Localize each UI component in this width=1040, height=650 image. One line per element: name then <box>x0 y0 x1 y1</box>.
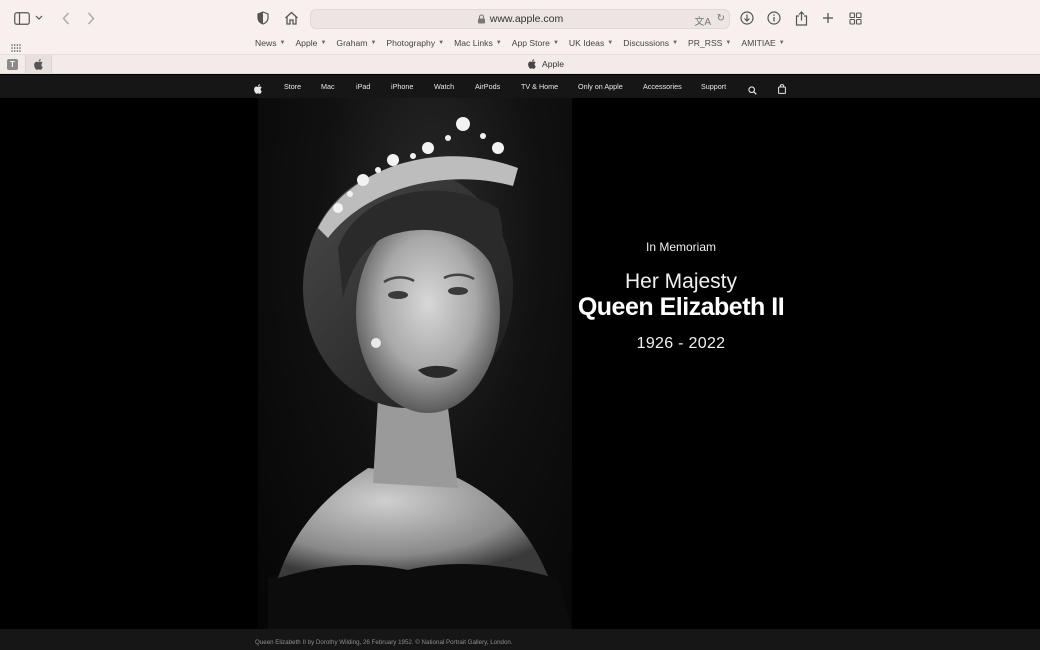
favorite-amitiae[interactable]: AMITIAE ▼ <box>741 38 784 48</box>
apple-global-nav: Store Mac iPad iPhone Watch AirPods TV &… <box>0 75 1040 98</box>
chevron-down-icon: ▼ <box>370 40 377 46</box>
active-tab-title: Apple <box>542 59 564 69</box>
address-text: www.apple.com <box>489 13 564 25</box>
nav-ipad[interactable]: iPad <box>356 82 370 91</box>
address-bar[interactable]: www.apple.com 文A ↻ <box>310 9 730 29</box>
favorite-uk-ideas[interactable]: UK Ideas ▼ <box>569 38 613 48</box>
reload-icon[interactable]: ↻ <box>717 13 725 24</box>
downloads-icon[interactable] <box>737 8 757 28</box>
title-line-1: Her Majesty <box>624 270 738 293</box>
browser-toolbar: www.apple.com 文A ↻ <box>0 0 1040 36</box>
favorite-pr-rss[interactable]: PR_RSS ▼ <box>688 38 731 48</box>
lock-icon <box>477 14 485 24</box>
queen-portrait-image <box>258 98 572 629</box>
pinned-tab-letter: T <box>7 59 18 70</box>
chevron-down-icon: ▼ <box>778 40 785 46</box>
translate-icon[interactable]: 文A <box>694 13 711 28</box>
nav-only-on-apple[interactable]: Only on Apple <box>578 82 623 91</box>
eyebrow-text: In Memoriam <box>645 240 716 254</box>
chevron-down-icon: ▼ <box>725 40 732 46</box>
active-tab[interactable]: Apple <box>528 59 564 69</box>
favorite-graham[interactable]: Graham ▼ <box>336 38 376 48</box>
tab-bar: T Apple <box>0 54 1040 74</box>
caption-bar: Queen Elizabeth II by Dorothy Wilding, 2… <box>0 629 1040 650</box>
nav-watch[interactable]: Watch <box>434 82 454 91</box>
pinned-tab-t[interactable]: T <box>0 55 26 74</box>
nav-airpods[interactable]: AirPods <box>475 82 500 91</box>
sidebar-chevron-down-icon[interactable] <box>32 8 46 28</box>
nav-mac[interactable]: Mac <box>321 82 335 91</box>
favorites-bar: News ▼ Apple ▼ Graham ▼ Photography ▼ Mac Li… <box>0 36 1040 54</box>
share-icon[interactable] <box>791 8 811 28</box>
privacy-shield-icon[interactable] <box>253 8 273 28</box>
favorites-list: News ▼ Apple ▼ Graham ▼ Photography ▼ Mac Li… <box>255 38 795 48</box>
life-years: 1926 - 2022 <box>636 335 726 352</box>
apple-logo-icon[interactable] <box>254 81 262 99</box>
nav-iphone[interactable]: iPhone <box>391 82 413 91</box>
apple-logo-icon <box>34 59 43 70</box>
title-line-2: Queen Elizabeth II <box>577 293 785 321</box>
new-tab-plus-icon[interactable] <box>818 8 838 28</box>
sidebar-toggle-icon[interactable] <box>12 8 32 28</box>
favorite-photography[interactable]: Photography ▼ <box>386 38 444 48</box>
apple-logo-icon <box>528 59 536 69</box>
chevron-down-icon: ▼ <box>279 40 286 46</box>
nav-accessories[interactable]: Accessories <box>643 82 682 91</box>
favorite-apple[interactable]: Apple ▼ <box>295 38 326 48</box>
chevron-down-icon: ▼ <box>438 40 445 46</box>
favorite-discussions[interactable]: Discussions ▼ <box>623 38 678 48</box>
home-icon[interactable] <box>281 8 301 28</box>
chevron-down-icon: ▼ <box>495 40 502 46</box>
nav-support[interactable]: Support <box>701 82 726 91</box>
tab-overview-icon[interactable] <box>845 8 865 28</box>
photo-credit-caption: Queen Elizabeth II by Dorothy Wilding, 2… <box>255 639 513 646</box>
pinned-tab-apple[interactable] <box>26 55 52 74</box>
favorite-app-store[interactable]: App Store ▼ <box>512 38 559 48</box>
favorite-mac-links[interactable]: Mac Links ▼ <box>454 38 502 48</box>
info-icon[interactable] <box>764 8 784 28</box>
nav-tv-home[interactable]: TV & Home <box>521 82 558 91</box>
portrait-illustration <box>268 117 572 629</box>
chevron-down-icon: ▼ <box>672 40 679 46</box>
chevron-down-icon: ▼ <box>320 40 327 46</box>
hero-section: In Memoriam Her Majesty Queen Elizabeth … <box>0 98 1040 629</box>
forward-chevron-icon[interactable] <box>81 8 101 28</box>
shopping-bag-icon[interactable] <box>778 81 786 99</box>
chevron-down-icon: ▼ <box>552 40 559 46</box>
chevron-down-icon: ▼ <box>607 40 614 46</box>
favorite-news[interactable]: News ▼ <box>255 38 285 48</box>
back-chevron-icon[interactable] <box>56 8 76 28</box>
nav-store[interactable]: Store <box>284 82 301 91</box>
